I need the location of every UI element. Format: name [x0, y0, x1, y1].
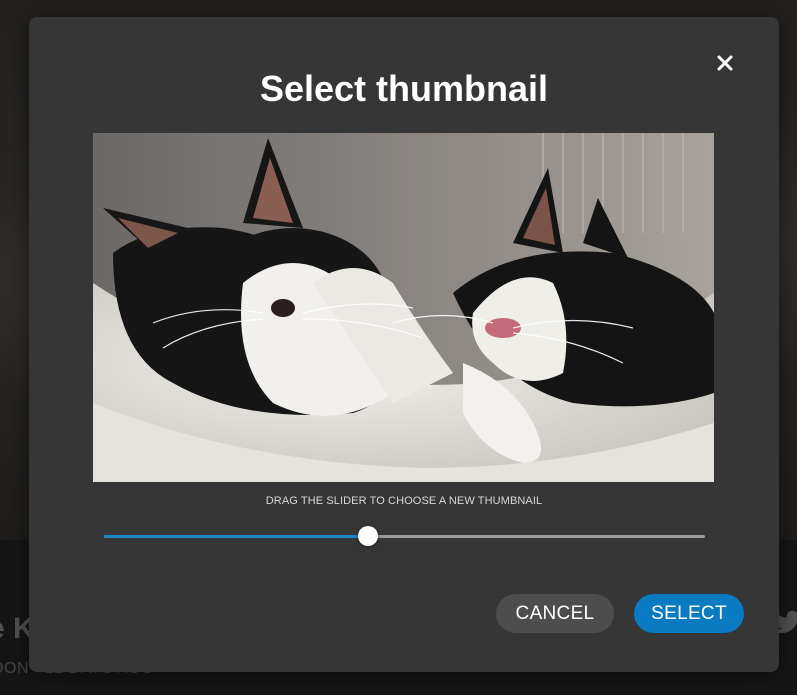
thumbnail-preview — [93, 133, 714, 482]
select-button[interactable]: SELECT — [634, 594, 744, 633]
cancel-button[interactable]: CANCEL — [496, 594, 614, 633]
select-thumbnail-dialog: Select thumbnail DRAG THE SLIDER TO CHOO… — [29, 17, 779, 672]
close-button[interactable] — [713, 51, 737, 75]
slider-handle[interactable] — [358, 526, 378, 546]
thumbnail-slider[interactable] — [104, 525, 705, 549]
slider-hint: DRAG THE SLIDER TO CHOOSE A NEW THUMBNAI… — [265, 495, 543, 507]
page: e Ki DON · 12 DAYS AGO Select thumbnail — [0, 0, 797, 695]
slider-fill — [104, 535, 368, 538]
dialog-title: Select thumbnail — [259, 68, 549, 109]
close-icon — [717, 55, 733, 71]
